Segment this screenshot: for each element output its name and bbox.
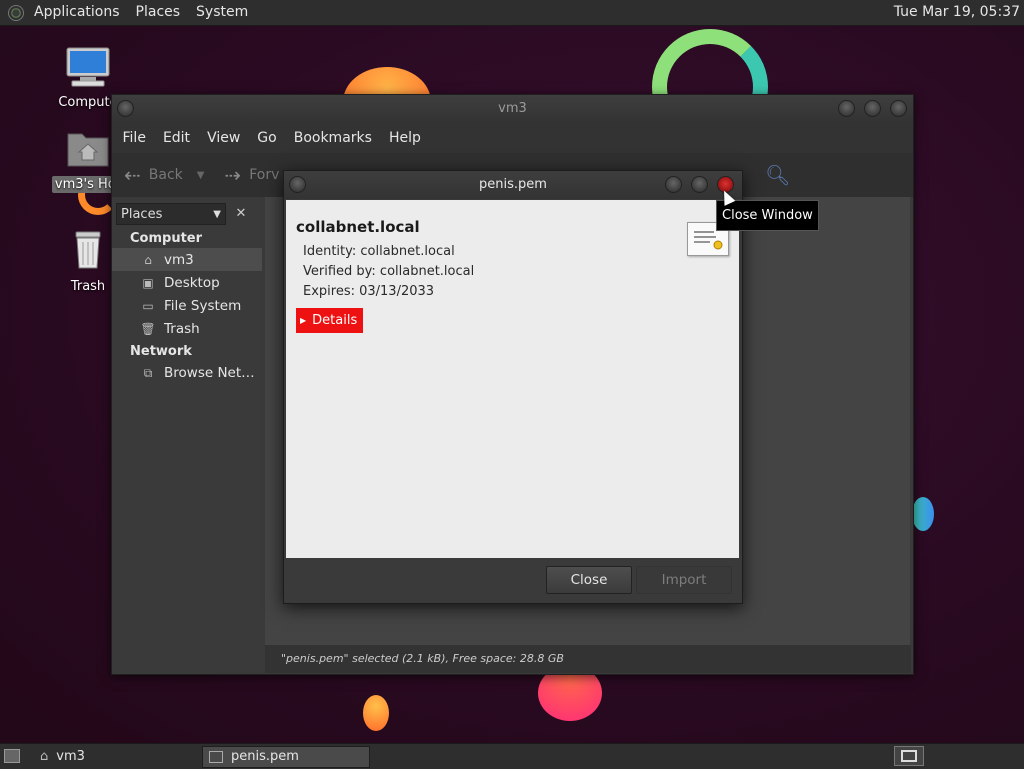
sidebar-item-desktop[interactable]: ▣ Desktop: [112, 271, 262, 294]
window-title: vm3: [498, 101, 527, 116]
home-icon: ⌂: [144, 252, 152, 267]
menu-view[interactable]: View: [199, 130, 249, 146]
forward-arrow-icon: ⇢: [224, 163, 242, 187]
workspace-icon: [901, 750, 917, 762]
details-expander[interactable]: ▶ Details: [296, 308, 364, 333]
forward-label: Forv: [249, 167, 280, 183]
clock[interactable]: Tue Mar 19, 05:37: [894, 0, 1020, 25]
workspace-switcher[interactable]: [894, 746, 924, 766]
sidebar-section-network: Network: [130, 344, 192, 359]
menu-applications[interactable]: Applications: [26, 0, 128, 25]
top-panel: Applications Places System Tue Mar 19, 0…: [0, 0, 1024, 26]
applications-logo-icon[interactable]: [8, 4, 24, 21]
certificate-name: collabnet.local: [296, 218, 420, 236]
menu-file[interactable]: File: [114, 130, 154, 146]
desktop-icon-label: Trash: [70, 279, 106, 294]
home-folder-icon: [67, 133, 109, 167]
menu-go[interactable]: Go: [249, 130, 285, 146]
sidebar: Places ▼ ✕ Computer ⌂ vm3 ▣ Desktop ▭ Fi…: [112, 197, 262, 645]
computer-icon: [66, 47, 110, 87]
details-label: Details: [312, 313, 358, 328]
sidebar-item-label: Browse Net…: [164, 364, 255, 381]
sidebar-item-label: Trash: [164, 320, 200, 337]
expander-triangle-icon: ▶: [300, 316, 307, 325]
wallpaper-blue-blob: [912, 497, 934, 531]
close-window-tooltip: Close Window: [716, 200, 819, 231]
forward-button[interactable]: ⇢ Forv: [224, 163, 279, 187]
sidebar-item-vm3[interactable]: ⌂ vm3: [112, 248, 262, 271]
window-menu-button[interactable]: [117, 100, 134, 117]
certificate-identity: Identity: collabnet.local: [303, 244, 455, 259]
status-bar: "penis.pem" selected (2.1 kB), Free spac…: [265, 645, 911, 673]
sidebar-item-browse-network[interactable]: ⧉ Browse Net…: [112, 361, 262, 384]
dialog-title: penis.pem: [479, 177, 547, 192]
minimize-button[interactable]: [665, 176, 682, 193]
minimize-button[interactable]: [838, 100, 855, 117]
sidebar-item-label: vm3: [164, 251, 194, 268]
import-button: Import: [636, 566, 732, 594]
sidebar-section-computer: Computer: [130, 231, 203, 246]
sidebar-item-trash[interactable]: 🗑︎ Trash: [112, 317, 262, 340]
file-manager-titlebar[interactable]: vm3: [112, 95, 913, 123]
menu-help[interactable]: Help: [380, 130, 429, 146]
sidebar-item-file-system[interactable]: ▭ File System: [112, 294, 262, 317]
close-button[interactable]: [890, 100, 907, 117]
close-button[interactable]: Close: [546, 566, 632, 594]
taskbar-item-label: vm3: [56, 749, 85, 764]
home-icon: ⌂: [40, 749, 49, 764]
sidebar-close-icon[interactable]: ✕: [230, 203, 252, 225]
back-label: Back: [148, 167, 183, 183]
certificate-dialog: penis.pem collabnet.local Identity: coll…: [283, 170, 743, 604]
search-icon[interactable]: 🔍︎: [765, 163, 790, 187]
menu-edit[interactable]: Edit: [154, 130, 198, 146]
sidebar-places-combo[interactable]: Places ▼: [116, 203, 226, 225]
menu-bookmarks[interactable]: Bookmarks: [285, 130, 380, 146]
back-arrow-icon: ⇠: [124, 163, 141, 187]
desktop-icon: ▣: [142, 275, 154, 290]
certificate-verified-by: Verified by: collabnet.local: [303, 264, 475, 279]
show-desktop-icon[interactable]: [4, 749, 20, 763]
back-history-chevron-icon[interactable]: ▼: [197, 170, 205, 181]
taskbar-item-vm3[interactable]: ⌂ vm3: [34, 746, 199, 768]
wallpaper-small-orange-blob: [363, 695, 389, 731]
bottom-panel: ⌂ vm3 penis.pem: [0, 743, 1024, 769]
taskbar-item-penis-pem[interactable]: penis.pem: [202, 746, 370, 768]
trash-icon: [75, 231, 101, 269]
certificate-expires: Expires: 03/13/2033: [303, 284, 435, 299]
menubar: File Edit View Go Bookmarks Help: [112, 123, 913, 153]
taskbar-item-label: penis.pem: [231, 749, 299, 764]
menu-places[interactable]: Places: [128, 0, 189, 25]
maximize-button[interactable]: [691, 176, 708, 193]
back-button[interactable]: ⇠ Back ▼: [124, 163, 204, 187]
window-menu-button[interactable]: [289, 176, 306, 193]
network-icon: ⧉: [143, 365, 153, 380]
menu-system[interactable]: System: [188, 0, 256, 25]
sidebar-item-label: Desktop: [164, 274, 220, 291]
drive-icon: ▭: [142, 298, 154, 313]
dialog-titlebar[interactable]: penis.pem: [284, 171, 742, 199]
sidebar-combo-label: Places: [121, 206, 163, 222]
sidebar-item-label: File System: [164, 297, 242, 314]
chevron-down-icon: ▼: [213, 208, 221, 220]
maximize-button[interactable]: [864, 100, 881, 117]
window-icon: [209, 751, 223, 763]
trash-icon: 🗑︎: [140, 321, 156, 336]
certificate-info-panel: collabnet.local Identity: collabnet.loca…: [286, 200, 739, 558]
